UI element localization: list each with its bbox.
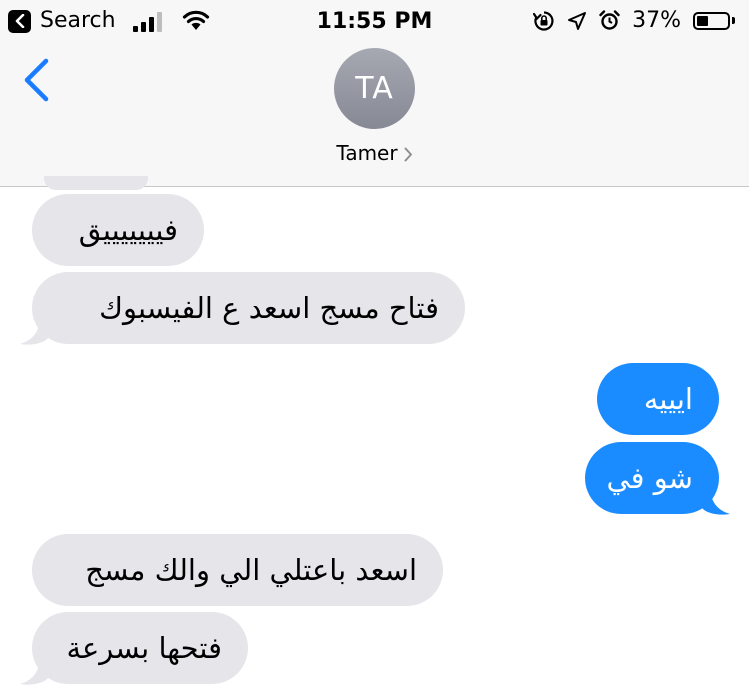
message-bubble-received[interactable]: اسعد باعتلي الي والك مسج xyxy=(32,534,443,606)
conversation-header: Search 11:55 PM 37% TA Tamer xyxy=(0,0,749,187)
alarm-clock-icon xyxy=(599,10,620,30)
message-bubble-received[interactable]: فتحها بسرعة xyxy=(32,612,248,684)
contact-name-label: Tamer xyxy=(336,141,398,165)
message-bubble-sent[interactable]: ايييه xyxy=(597,363,719,435)
message-text: فتاح مسج اسعد ع الفيسبوك xyxy=(99,291,439,325)
location-arrow-icon xyxy=(568,11,587,30)
contact-name[interactable]: Tamer xyxy=(0,141,749,165)
chevron-right-icon xyxy=(404,147,412,162)
message-text: فتحها بسرعة xyxy=(66,631,222,665)
battery-nub xyxy=(732,17,735,24)
message-text: شو في xyxy=(606,461,693,495)
back-chevron-icon[interactable] xyxy=(22,58,52,102)
previous-message-bubble xyxy=(44,176,148,190)
battery-icon xyxy=(693,11,730,30)
message-bubble-sent[interactable]: شو في xyxy=(585,442,719,514)
bubble-tail xyxy=(20,316,48,345)
battery-percent: 37% xyxy=(632,8,681,33)
bubble-tail xyxy=(20,656,48,685)
message-text: ايييه xyxy=(643,382,693,416)
status-right-group: 37% xyxy=(533,8,735,33)
message-bubble-received[interactable]: فيييييييق xyxy=(32,194,204,266)
bubble-tail xyxy=(702,486,730,515)
contact-avatar[interactable]: TA xyxy=(334,48,415,129)
rotation-lock-icon xyxy=(533,10,554,31)
message-text: اسعد باعتلي الي والك مسج xyxy=(85,553,417,587)
message-text: فيييييييق xyxy=(78,213,178,247)
message-bubble-received[interactable]: فتاح مسج اسعد ع الفيسبوك xyxy=(32,272,465,344)
avatar-initials: TA xyxy=(355,71,394,106)
battery-fill xyxy=(697,15,708,26)
status-bar: Search 11:55 PM 37% xyxy=(0,0,749,42)
